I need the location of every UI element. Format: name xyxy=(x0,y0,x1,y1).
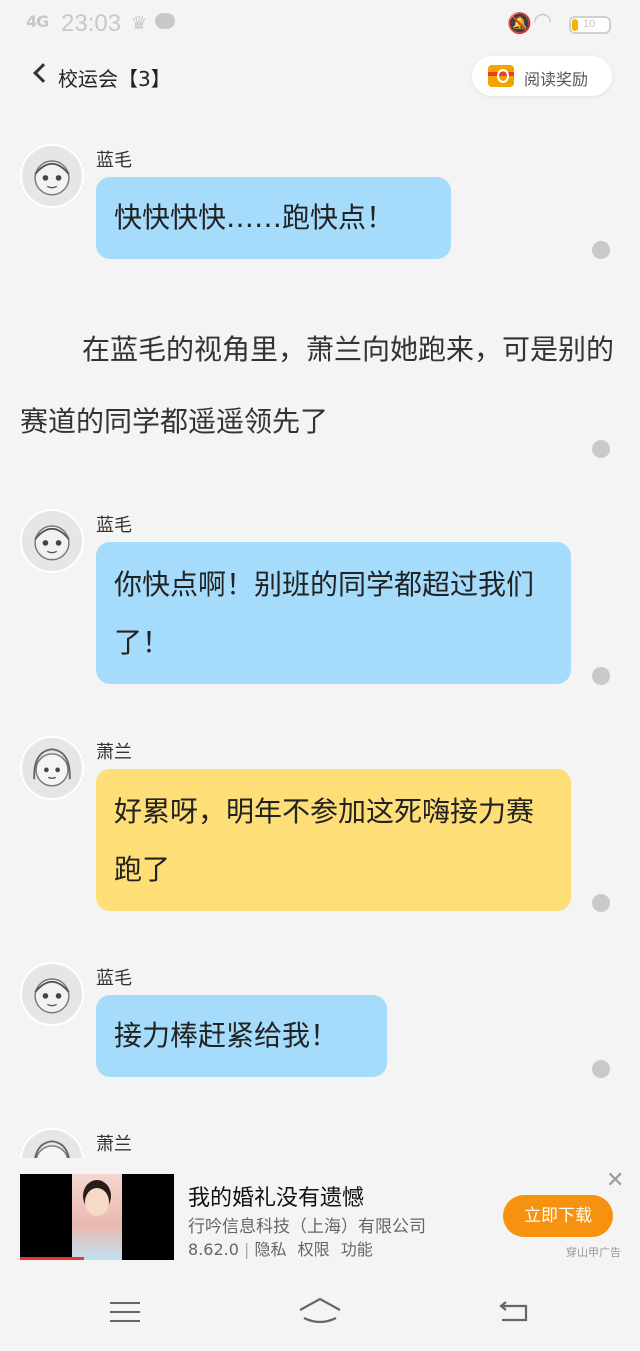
message-bubble[interactable]: 好累呀，明年不参加这死嗨接力赛跑了 xyxy=(96,769,571,911)
speaker-name: 蓝毛 xyxy=(96,968,132,989)
back-icon[interactable] xyxy=(33,63,53,83)
header: 校运会【3】 阅读奖励 xyxy=(0,50,640,106)
reading-reward-button[interactable]: 阅读奖励 xyxy=(472,56,612,96)
chapter-title[interactable]: 校运会【3】 xyxy=(58,63,171,92)
back-nav-icon[interactable] xyxy=(498,1300,530,1324)
system-nav-bar xyxy=(0,1268,640,1351)
signal-indicator: 4G xyxy=(26,12,49,31)
battery-level: 10 xyxy=(583,18,596,30)
ad-source-tag: 穿山甲广告 xyxy=(566,1246,621,1259)
crown-icon: ♛ xyxy=(131,13,148,34)
message-bubble[interactable]: 你快点啊！别班的同学都超过我们了！ xyxy=(96,542,571,684)
ad-function-link[interactable]: 功能 xyxy=(341,1240,373,1259)
message-bubble[interactable]: 快快快快……跑快点！ xyxy=(96,177,451,259)
avatar-xiaolan[interactable] xyxy=(20,736,84,800)
speaker-name: 萧兰 xyxy=(96,1134,132,1155)
ad-meta: 8.62.0 | 隐私 权限 功能 xyxy=(188,1240,373,1259)
avatar-xiaolan[interactable] xyxy=(20,1128,84,1158)
gift-icon xyxy=(488,65,514,87)
narration-text: 在蓝毛的视角里，萧兰向她跑来，可是别的赛道的同学都遥遥领先了 xyxy=(20,333,615,438)
ad-title[interactable]: 我的婚礼没有遗憾 xyxy=(188,1180,364,1212)
speaker-name: 萧兰 xyxy=(96,742,132,763)
download-button[interactable]: 立即下载 xyxy=(503,1195,613,1237)
speaker-name: 蓝毛 xyxy=(96,515,132,536)
battery-icon: 10 xyxy=(569,16,611,34)
avatar-lanmao[interactable] xyxy=(20,962,84,1026)
comment-dot[interactable] xyxy=(592,1060,610,1078)
menu-icon[interactable] xyxy=(110,1302,140,1322)
close-icon[interactable]: ✕ xyxy=(606,1168,624,1193)
ad-company: 行吟信息科技（上海）有限公司 xyxy=(188,1217,426,1237)
status-time: 23:03 xyxy=(61,10,122,37)
avatar-lanmao[interactable] xyxy=(20,144,84,208)
comment-dot[interactable] xyxy=(592,894,610,912)
home-icon[interactable] xyxy=(298,1296,342,1326)
ad-thumbnail[interactable] xyxy=(20,1174,174,1260)
mute-icon: 🔕 xyxy=(507,11,532,35)
message-icon xyxy=(155,13,175,29)
ad-permission-link[interactable]: 权限 xyxy=(298,1240,330,1259)
comment-dot[interactable] xyxy=(592,667,610,685)
message-bubble[interactable]: 接力棒赶紧给我！ xyxy=(96,995,387,1077)
comment-dot[interactable] xyxy=(592,241,610,259)
ad-privacy-link[interactable]: 隐私 xyxy=(254,1240,286,1259)
speaker-name: 蓝毛 xyxy=(96,150,132,171)
chat-message: 萧兰 xyxy=(0,1128,640,1158)
wifi-icon: ◠ xyxy=(533,9,553,34)
ad-banner[interactable]: 我的婚礼没有遗憾 行吟信息科技（上海）有限公司 8.62.0 | 隐私 权限 功… xyxy=(0,1158,640,1268)
avatar-lanmao[interactable] xyxy=(20,509,84,573)
status-bar: 4G 23:03 ♛ 🔕 ◠ 10 xyxy=(0,0,640,50)
comment-dot[interactable] xyxy=(592,440,610,458)
reading-reward-label: 阅读奖励 xyxy=(524,70,589,89)
ad-version: 8.62.0 xyxy=(188,1240,239,1259)
